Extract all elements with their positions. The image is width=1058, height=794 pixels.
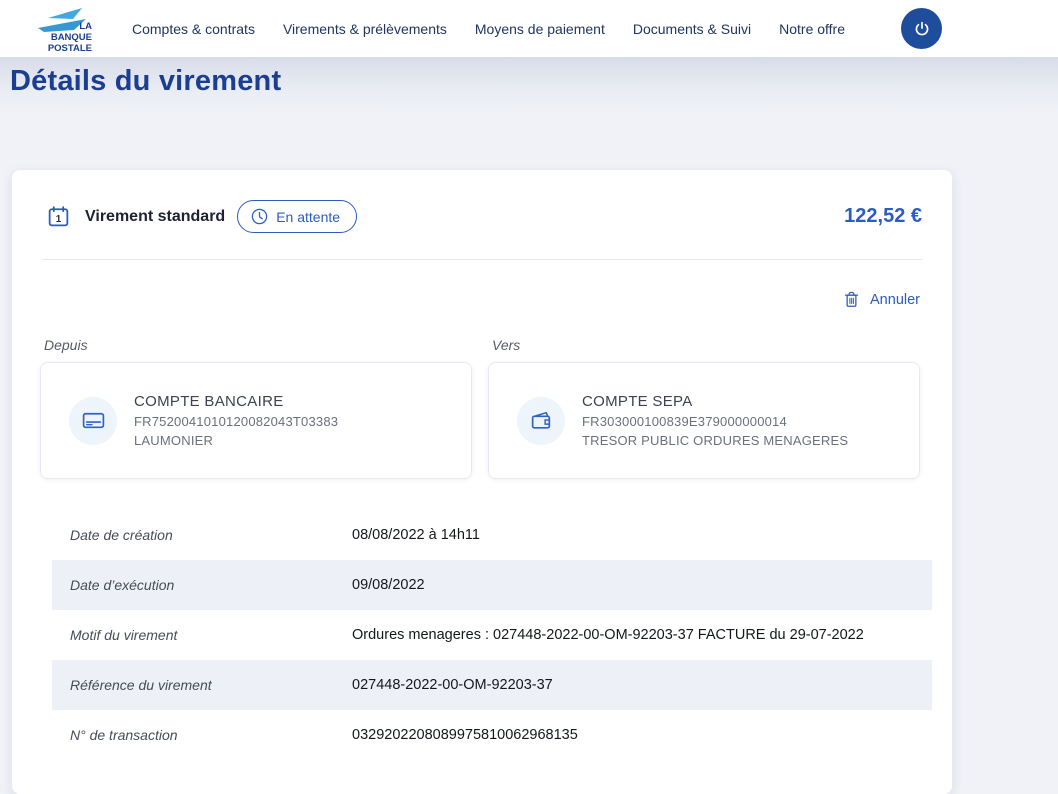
trash-icon: [842, 290, 861, 309]
detail-label: N° de transaction: [70, 727, 352, 743]
labanquepostale-logo[interactable]: LA BANQUE POSTALE: [30, 7, 96, 55]
transfer-type-label: Virement standard: [85, 208, 225, 226]
detail-label: Date d’exécution: [70, 577, 352, 593]
svg-text:1: 1: [56, 214, 62, 225]
detail-label: Date de création: [70, 527, 352, 543]
detail-value: 09/08/2022: [352, 577, 425, 593]
svg-text:BANQUE: BANQUE: [51, 32, 92, 43]
logout-button[interactable]: [901, 8, 942, 49]
to-account-icon-circle: [517, 397, 565, 445]
detail-row-creation-date: Date de création 08/08/2022 à 14h11: [52, 510, 932, 560]
detail-row-reference: Référence du virement 027448-2022-00-OM-…: [52, 660, 932, 710]
accounts-section: Depuis COMPTE BANCAIRE FR752004101012008…: [12, 315, 952, 479]
detail-value: 08/08/2022 à 14h11: [352, 527, 480, 543]
svg-text:LA: LA: [79, 21, 92, 32]
detail-value: Ordures menageres : 027448-2022-00-OM-92…: [352, 627, 864, 643]
cancel-button-label: Annuler: [870, 292, 920, 308]
detail-label: Motif du virement: [70, 627, 352, 643]
cancel-transfer-button[interactable]: Annuler: [842, 290, 920, 309]
detail-value: 0329202208089975810062968135: [352, 727, 578, 743]
from-account-icon-circle: [69, 397, 117, 445]
status-badge: En attente: [237, 200, 357, 233]
transfer-detail-card: 1 Virement standard En attente 122,52 € …: [12, 170, 952, 794]
page-header: Détails du virement: [0, 57, 1058, 115]
power-icon: [911, 18, 933, 40]
to-account-name: COMPTE SEPA: [582, 393, 848, 410]
from-account-text: COMPTE BANCAIRE FR7520041010120082043T03…: [134, 393, 338, 448]
svg-text:POSTALE: POSTALE: [48, 43, 92, 54]
clock-icon: [250, 207, 269, 226]
to-account-holder: TRESOR PUBLIC ORDURES MENAGERES: [582, 433, 848, 448]
logo-bird-icon: LA BANQUE POSTALE: [30, 7, 96, 55]
nav-item-notre-offre[interactable]: Notre offre: [765, 11, 859, 47]
status-badge-label: En attente: [276, 209, 340, 225]
from-account-card: COMPTE BANCAIRE FR7520041010120082043T03…: [40, 362, 472, 479]
to-account-text: COMPTE SEPA FR303000100839E379000000014 …: [582, 393, 848, 448]
nav-item-virements-prelevements[interactable]: Virements & prélèvements: [269, 11, 461, 47]
from-label: Depuis: [44, 337, 472, 353]
actions-row: Annuler: [12, 260, 952, 315]
transfer-summary-row: 1 Virement standard En attente 122,52 €: [12, 170, 952, 259]
to-account-card: COMPTE SEPA FR303000100839E379000000014 …: [488, 362, 920, 479]
detail-row-transaction-number: N° de transaction 0329202208089975810062…: [52, 710, 932, 760]
from-account-holder: LAUMONIER: [134, 433, 338, 448]
detail-row-motif: Motif du virement Ordures menageres : 02…: [52, 610, 932, 660]
to-account-iban: FR303000100839E379000000014: [582, 414, 848, 429]
calendar-icon: 1: [46, 204, 71, 229]
main-menu: Comptes & contrats Virements & prélèveme…: [118, 11, 859, 47]
nav-item-comptes-contrats[interactable]: Comptes & contrats: [118, 11, 269, 47]
transfer-details-table: Date de création 08/08/2022 à 14h11 Date…: [52, 510, 932, 760]
top-navigation: LA BANQUE POSTALE Comptes & contrats Vir…: [0, 0, 1058, 57]
from-account-iban: FR7520041010120082043T03383: [134, 414, 338, 429]
detail-row-execution-date: Date d’exécution 09/08/2022: [52, 560, 932, 610]
nav-item-documents-suivi[interactable]: Documents & Suivi: [619, 11, 765, 47]
page-title: Détails du virement: [10, 65, 1058, 98]
transfer-amount: 122,52 €: [844, 205, 922, 228]
wallet-icon: [529, 408, 554, 433]
nav-item-moyens-de-paiement[interactable]: Moyens de paiement: [461, 11, 619, 47]
to-label: Vers: [492, 337, 920, 353]
detail-label: Référence du virement: [70, 677, 352, 693]
credit-card-icon: [81, 408, 106, 433]
to-account-column: Vers COMPTE SEPA FR303000100839E37900000…: [488, 329, 920, 479]
from-account-name: COMPTE BANCAIRE: [134, 393, 338, 410]
detail-value: 027448-2022-00-OM-92203-37: [352, 677, 553, 693]
from-account-column: Depuis COMPTE BANCAIRE FR752004101012008…: [40, 329, 472, 479]
